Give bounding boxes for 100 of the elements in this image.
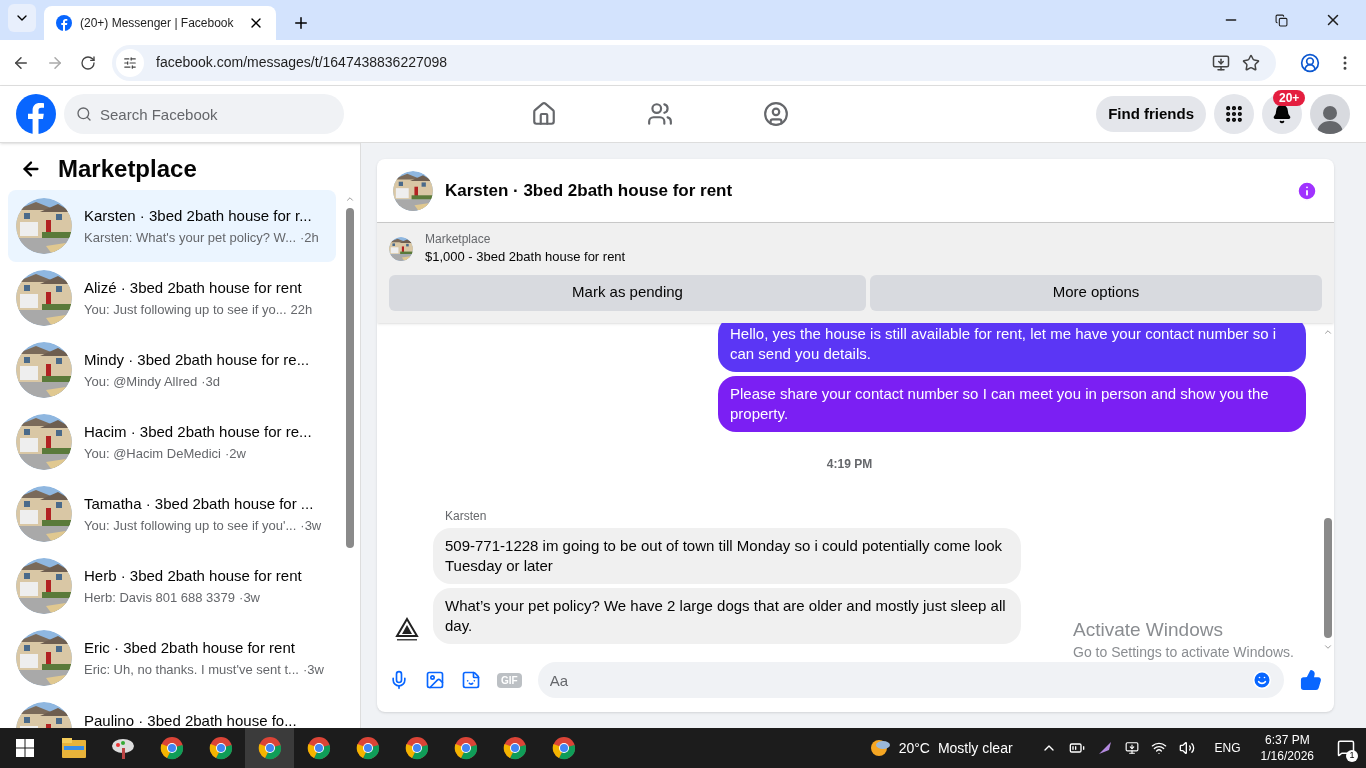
browser-icon xyxy=(502,736,527,760)
photo-icon[interactable] xyxy=(425,670,445,690)
conversation-title: Herb · 3bed 2bath house for rent xyxy=(84,566,302,586)
notification-count: 1 xyxy=(1346,750,1358,762)
find-friends-button[interactable]: Find friends xyxy=(1096,96,1206,132)
chat-title: Karsten · 3bed 2bath house for rent xyxy=(445,179,734,202)
listing-action-button[interactable]: Mark as pending xyxy=(389,274,866,311)
tab-list-button[interactable] xyxy=(8,4,36,32)
activation-title: Activate Windows xyxy=(1073,618,1224,642)
windows-logo-icon xyxy=(15,739,34,757)
conversation-item[interactable]: Karsten · 3bed 2bath house for r... Karsten: What's your pet policy? W... ·2h xyxy=(8,190,336,262)
conversation-item[interactable]: Eric · 3bed 2bath house for rent Eric: Uh, no thanks. I must've sent t... ·3w xyxy=(8,622,336,694)
listing-title: $1,000 - 3bed 2bath house for rent xyxy=(425,248,626,266)
conversation-title: Paulino · 3bed 2bath house fo... xyxy=(84,710,297,728)
message-icon xyxy=(1337,739,1355,757)
wifi-icon[interactable] xyxy=(1150,740,1167,756)
conversation-item[interactable]: Hacim · 3bed 2bath house for re... You: @Hacim DeMedici ·2w xyxy=(8,406,336,478)
conversation-item[interactable]: Tamatha · 3bed 2bath house for ... You: Just following up to see if you'... ·3w xyxy=(8,478,336,550)
conversation-item[interactable]: Herb · 3bed 2bath house for rent Herb: Davis 801 688 3379 ·3w xyxy=(8,550,336,622)
clock[interactable]: 6:37 PM 1/16/2026 xyxy=(1260,732,1314,764)
message-time: ·3d xyxy=(201,372,220,391)
conversation-item[interactable]: Mindy · 3bed 2bath house for re... You: @Mindy Allred ·3d xyxy=(8,334,336,406)
restore-icon[interactable] xyxy=(1275,13,1288,27)
groups-icon[interactable] xyxy=(763,101,790,127)
timestamp: 4:19 PM xyxy=(826,456,873,472)
sidebar-title: Marketplace xyxy=(58,153,197,184)
bell-icon xyxy=(1272,104,1292,124)
browser-tab[interactable]: (20+) Messenger | Facebook xyxy=(44,6,276,40)
message-time: 22h xyxy=(290,300,313,319)
message-preview: Karsten: What's your pet policy? W... xyxy=(84,228,296,247)
account-avatar[interactable] xyxy=(1310,94,1350,134)
device-icon[interactable] xyxy=(1124,741,1139,755)
palette-icon xyxy=(110,736,135,760)
browser-icon xyxy=(257,736,282,760)
message-field[interactable]: Aa xyxy=(537,662,1284,698)
address-bar[interactable]: facebook.com/messages/t/1647438836227098 xyxy=(112,44,1276,81)
message-time: ·2h xyxy=(300,228,319,247)
conversation-title: Eric · 3bed 2bath house for rent xyxy=(84,638,296,658)
message-time: ·3w xyxy=(300,516,322,535)
sender-name: Karsten xyxy=(445,508,488,524)
conversation-item[interactable]: Alizé · 3bed 2bath house for rent You: Just following up to see if yo... 22h xyxy=(8,262,336,334)
sender-avatar-icon xyxy=(393,616,421,644)
like-icon[interactable] xyxy=(1300,669,1322,691)
message-time: ·2w xyxy=(225,444,246,463)
friends-icon[interactable] xyxy=(647,101,674,127)
message-preview: Herb: Davis 801 688 3379 xyxy=(84,588,236,607)
message-preview: You: @Mindy Allred xyxy=(84,372,198,391)
scrollbar-thumb[interactable] xyxy=(1324,518,1332,638)
conversation-title: Karsten · 3bed 2bath house for r... xyxy=(84,206,313,226)
search-field[interactable]: Search Facebook xyxy=(64,94,344,134)
reload-icon[interactable] xyxy=(80,54,96,71)
message-preview: Eric: Uh, no thanks. I must've sent t... xyxy=(84,660,299,679)
conversation-title: Tamatha · 3bed 2bath house for ... xyxy=(84,494,315,514)
outgoing-message: Hello, yes the house is still available for rent, let me have your contact number so i can send you details. xyxy=(718,322,1306,372)
browser-icon xyxy=(551,736,576,760)
browser-icon xyxy=(453,736,478,760)
listing-action-button[interactable]: More options xyxy=(870,274,1322,311)
battery-icon[interactable] xyxy=(1068,740,1085,756)
profile-icon[interactable] xyxy=(1300,52,1320,73)
folder-icon xyxy=(61,738,86,758)
outgoing-message: Please share your contact number so I can meet you in person and show you the property. xyxy=(718,376,1306,432)
weather-text: Mostly clear xyxy=(937,739,1013,758)
sticker-icon[interactable] xyxy=(461,670,481,690)
volume-icon[interactable] xyxy=(1178,740,1195,756)
message-time: ·3w xyxy=(239,588,260,607)
microphone-icon[interactable] xyxy=(389,670,409,690)
message-preview: You: @Hacim DeMedici xyxy=(84,444,221,463)
info-icon[interactable] xyxy=(1296,179,1318,202)
temperature: 20°C xyxy=(898,739,930,758)
conversation-title: Alizé · 3bed 2bath house for rent xyxy=(84,278,303,298)
install-app-icon[interactable] xyxy=(1212,53,1230,72)
notification-badge: 20+ xyxy=(1273,90,1306,106)
grid-icon xyxy=(1224,104,1244,124)
incoming-message: 509-771-1228 im going to be out of town till Monday so i could potentially come look Tuesday or later xyxy=(433,528,1021,584)
browser-icon xyxy=(208,736,233,760)
bookmark-star-icon[interactable] xyxy=(1242,53,1260,72)
browser-taskbar-button[interactable] xyxy=(245,728,294,768)
new-tab-icon[interactable] xyxy=(292,14,310,32)
scrollbar-thumb[interactable] xyxy=(346,208,354,548)
conversation-title: Hacim · 3bed 2bath house for re... xyxy=(84,422,312,442)
listing-label: Marketplace xyxy=(425,231,492,247)
weather-icon xyxy=(868,737,891,759)
notification-center-button[interactable]: 1 xyxy=(1326,728,1366,768)
message-preview: You: Just following up to see if you'... xyxy=(84,516,297,535)
facebook-logo-icon[interactable] xyxy=(16,94,56,134)
facebook-logo-icon xyxy=(56,15,72,31)
message-preview: You: Just following up to see if yo... xyxy=(84,300,287,319)
incoming-message: What’s your pet policy? We have 2 large dogs that are older and mostly just sleep all day. xyxy=(433,588,1021,644)
home-icon[interactable] xyxy=(531,101,558,127)
message-time: ·3w xyxy=(302,660,324,679)
menu-button[interactable] xyxy=(1214,94,1254,134)
activation-subtitle: Go to Settings to activate Windows. xyxy=(1073,643,1294,662)
search-icon xyxy=(76,106,92,122)
conversation-title: Mindy · 3bed 2bath house for re... xyxy=(84,350,310,370)
site-settings-icon[interactable] xyxy=(123,55,137,70)
url-text: facebook.com/messages/t/1647438836227098 xyxy=(156,53,449,72)
tab-title: (20+) Messenger | Facebook xyxy=(80,15,235,31)
language-indicator[interactable]: ENG xyxy=(1214,740,1241,756)
browser-icon xyxy=(404,736,429,760)
browser-icon xyxy=(306,736,331,760)
